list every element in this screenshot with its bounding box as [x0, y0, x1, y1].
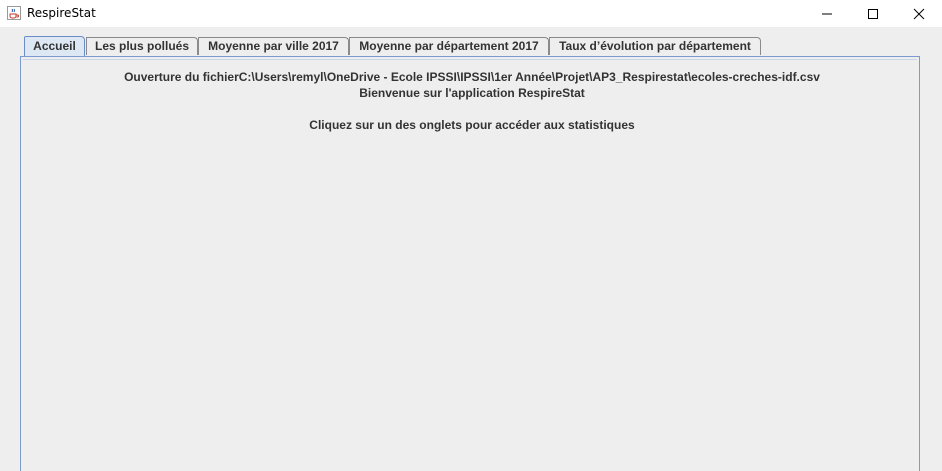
- app-window: RespireStat Accueil Les plus pollués Moy…: [0, 0, 942, 471]
- tab-content-panel: Ouverture du fichierC:\Users\remyl\OneDr…: [20, 56, 920, 471]
- maximize-icon: [868, 9, 878, 19]
- minimize-button[interactable]: [804, 0, 850, 27]
- tab-accueil[interactable]: Accueil: [24, 36, 85, 56]
- tab-strip: Accueil Les plus pollués Moyenne par vil…: [21, 36, 921, 56]
- tab-les-plus-pollues[interactable]: Les plus pollués: [86, 37, 198, 55]
- tab-moyenne-par-departement-2017[interactable]: Moyenne par département 2017: [349, 37, 549, 55]
- close-icon: [913, 8, 925, 20]
- file-opened-message: Ouverture du fichierC:\Users\remyl\OneDr…: [124, 70, 820, 84]
- home-panel: Ouverture du fichierC:\Users\remyl\OneDr…: [23, 59, 917, 471]
- java-cup-icon: [7, 6, 21, 20]
- window-title: RespireStat: [27, 6, 96, 20]
- maximize-button[interactable]: [850, 0, 896, 27]
- title-bar[interactable]: RespireStat: [0, 0, 942, 27]
- minimize-icon: [822, 13, 832, 15]
- tab-moyenne-par-ville-2017[interactable]: Moyenne par ville 2017: [198, 37, 349, 55]
- tab-taux-evolution-par-departement[interactable]: Taux d’évolution par département: [549, 37, 761, 55]
- welcome-message: Bienvenue sur l'application RespireStat: [359, 86, 585, 100]
- instruction-message: Cliquez sur un des onglets pour accéder …: [309, 118, 635, 132]
- close-button[interactable]: [896, 0, 942, 27]
